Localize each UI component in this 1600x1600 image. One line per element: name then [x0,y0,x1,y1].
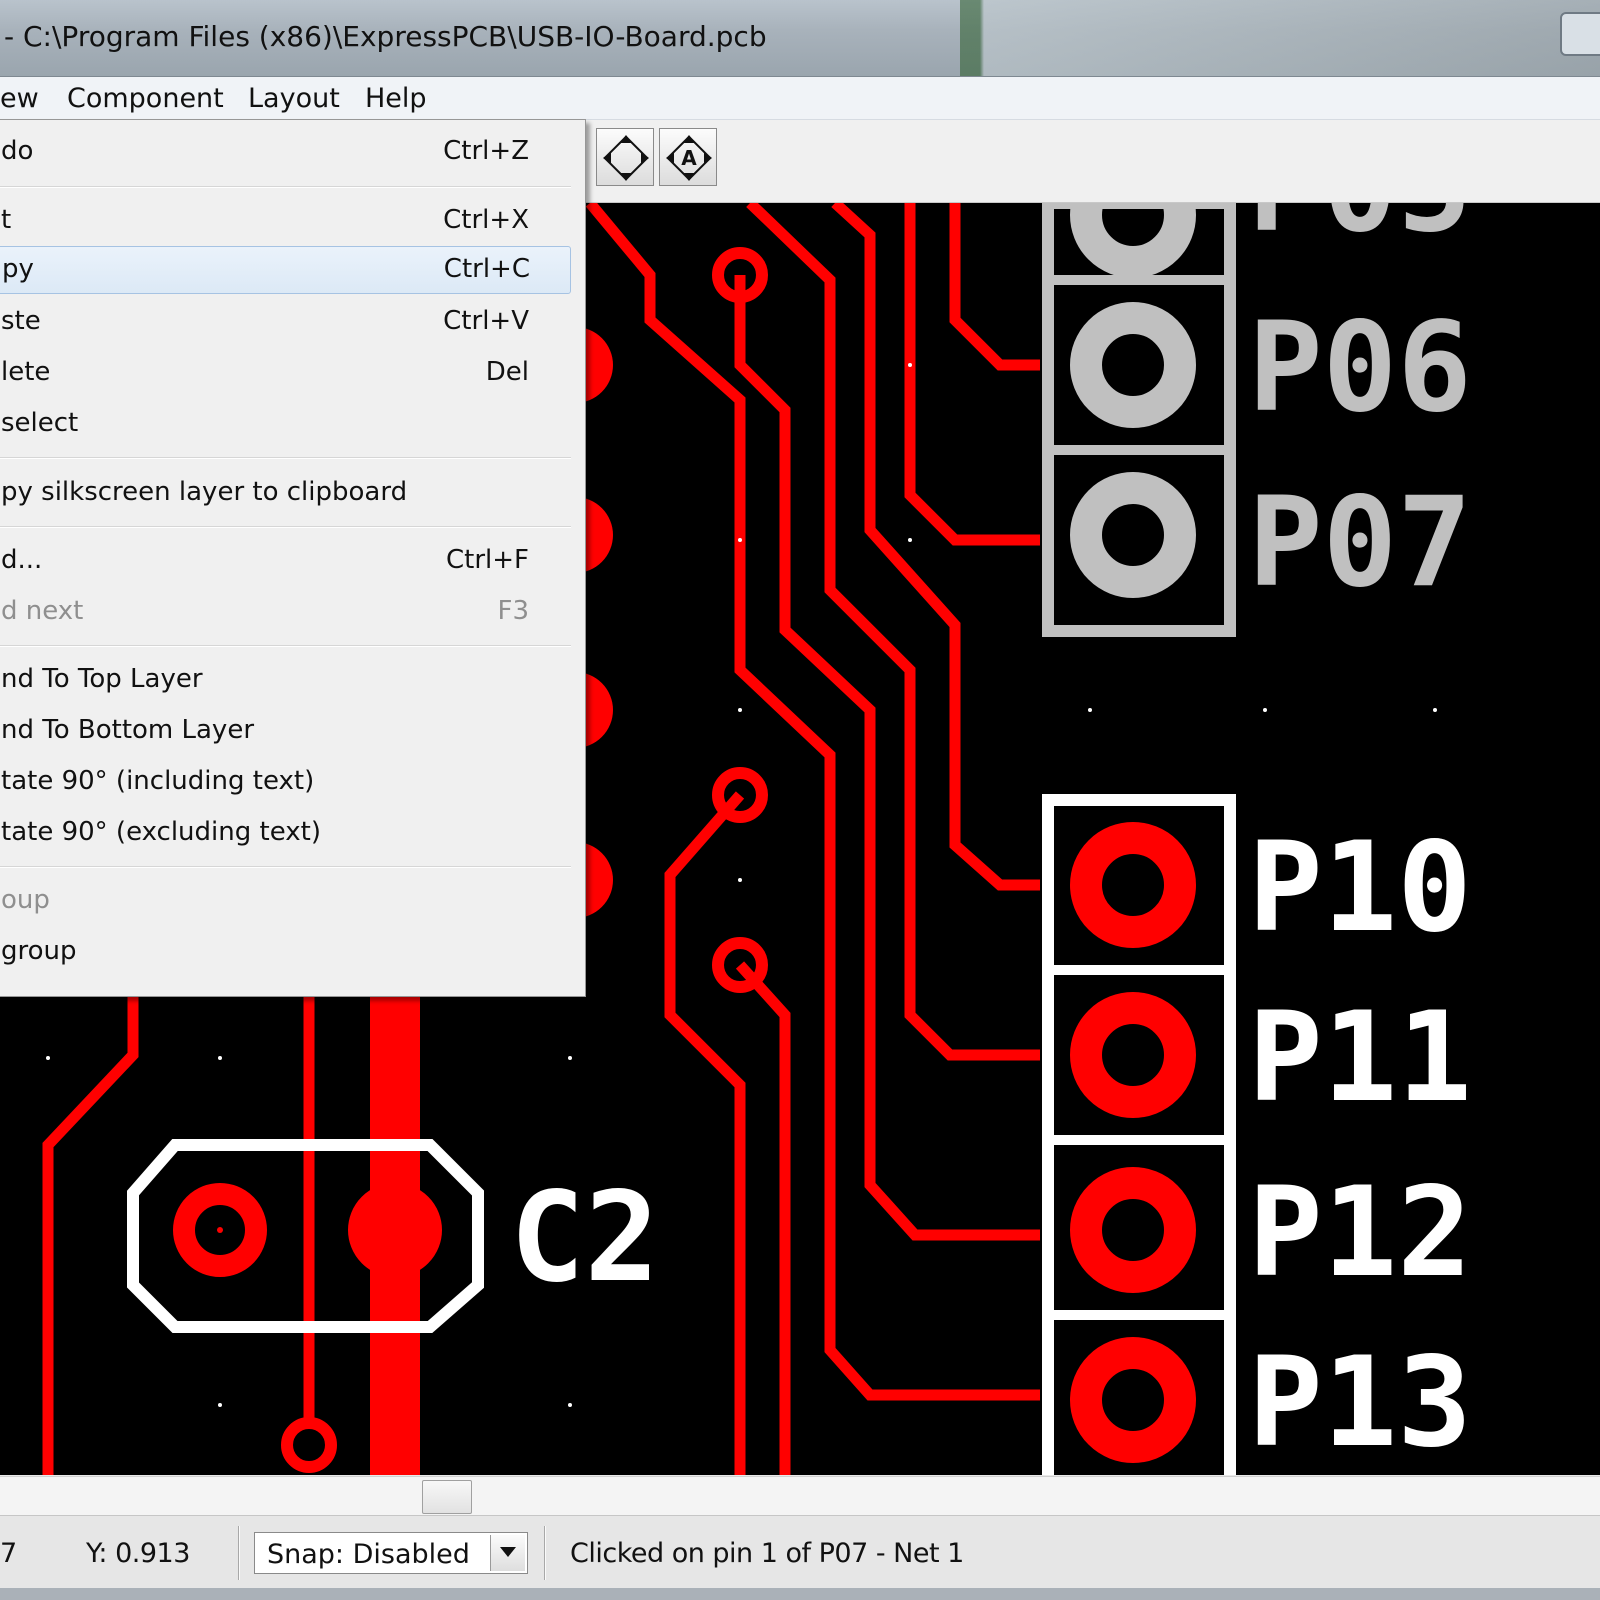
menu-item-label: py silkscreen layer to clipboard [1,477,408,507]
menu-item-shortcut: Ctrl+F [445,545,529,575]
menu-item-label: nd To Bottom Layer [1,715,255,745]
menu-item-cut[interactable]: t Ctrl+X [0,197,583,245]
menu-item-group[interactable]: oup [0,877,583,925]
dropdown-button[interactable] [490,1535,525,1571]
status-bar: 7 Y: 0.913 Snap: Disabled Clicked on pin… [0,1515,1600,1588]
menu-item-shortcut: Ctrl+V [443,306,529,336]
status-message: Clicked on pin 1 of P07 - Net 1 [570,1538,964,1569]
status-y-coordinate: Y: 0.913 [86,1538,190,1569]
menu-item-label: py [2,254,34,284]
menu-separator [0,186,571,188]
menu-item-label: d next [1,596,84,626]
auto-move-button[interactable]: A [659,128,717,186]
menu-item-shortcut: Ctrl+X [443,205,529,235]
move-button[interactable] [596,128,654,186]
menu-item-rotate-excl[interactable]: tate 90° (excluding text) [0,809,583,857]
p07-label: P07 [1248,471,1472,615]
menu-item-label: lete [1,357,51,387]
menu-separator [0,526,571,528]
menu-item-paste[interactable]: ste Ctrl+V [0,298,583,346]
menu-item-copy-silkscreen[interactable]: py silkscreen layer to clipboard [0,469,583,517]
title-bar: - C:\Program Files (x86)\ExpressPCB\USB-… [0,0,1600,77]
window-title: - C:\Program Files (x86)\ExpressPCB\USB-… [4,20,767,53]
p11-label: P11 [1248,986,1472,1130]
auto-glyph: A [681,146,697,170]
p06-label: P06 [1248,296,1472,440]
menu-item-deselect[interactable]: select [0,400,583,448]
menu-item-ungroup[interactable]: group [0,928,583,976]
snap-value: Snap: Disabled [267,1539,470,1570]
p12-label: P12 [1248,1161,1472,1305]
menu-separator [0,645,571,647]
menu-item-delete[interactable]: lete Del [0,349,583,397]
window-bottom-edge [0,1588,1600,1600]
menu-separator [0,457,571,459]
menu-view[interactable]: ew [0,83,39,114]
menu-item-rotate-incl[interactable]: tate 90° (including text) [0,758,583,806]
menu-item-find[interactable]: d... Ctrl+F [0,537,583,585]
menu-item-shortcut: Ctrl+C [443,254,530,284]
menu-item-undo[interactable]: do Ctrl+Z [0,128,583,176]
p13-label: P13 [1248,1331,1472,1475]
menu-item-find-next[interactable]: d next F3 [0,588,583,636]
c2-label: C2 [510,1166,659,1310]
chevron-down-icon [500,1547,516,1557]
menu-separator [0,866,571,868]
menu-item-label: tate 90° (excluding text) [1,817,321,847]
p10-label: P10 [1248,816,1472,960]
status-x-coordinate: 7 [0,1538,17,1569]
connector-top [1042,203,1236,637]
menu-item-copy[interactable]: py Ctrl+C [0,246,571,294]
scrollbar-thumb[interactable] [422,1480,472,1514]
menu-item-label: d... [1,545,43,575]
menu-item-send-top[interactable]: nd To Top Layer [0,656,583,704]
menu-item-label: select [1,408,79,438]
menu-item-label: ste [1,306,41,336]
menu-item-label: group [1,936,77,966]
menu-item-label: oup [1,885,50,915]
status-divider [544,1526,546,1580]
edit-menu: do Ctrl+Z t Ctrl+X py Ctrl+C ste Ctrl+V lete… [0,119,586,997]
snap-dropdown[interactable]: Snap: Disabled [254,1532,528,1574]
menu-item-label: nd To Top Layer [1,664,203,694]
menu-item-shortcut: Del [485,357,529,387]
menu-item-label: do [1,136,34,166]
menu-item-send-bottom[interactable]: nd To Bottom Layer [0,707,583,755]
menu-component[interactable]: Component [67,83,224,114]
menu-item-shortcut: F3 [497,596,530,626]
menu-layout[interactable]: Layout [248,83,340,114]
p05-label: P05 [1248,203,1472,260]
background-window [960,0,1600,76]
power-trace [370,995,420,1475]
menu-item-label: t [1,205,12,235]
status-divider [238,1526,240,1580]
move-icon [603,135,649,181]
auto-move-icon: A [666,135,712,181]
connector-bottom [1042,794,1236,1475]
horizontal-scrollbar[interactable] [0,1476,1600,1515]
menu-bar: ew Component Layout Help [0,77,1600,120]
menu-item-shortcut: Ctrl+Z [443,136,529,166]
menu-help[interactable]: Help [365,83,427,114]
menu-item-label: tate 90° (including text) [1,766,315,796]
window-control-button[interactable] [1560,12,1600,56]
